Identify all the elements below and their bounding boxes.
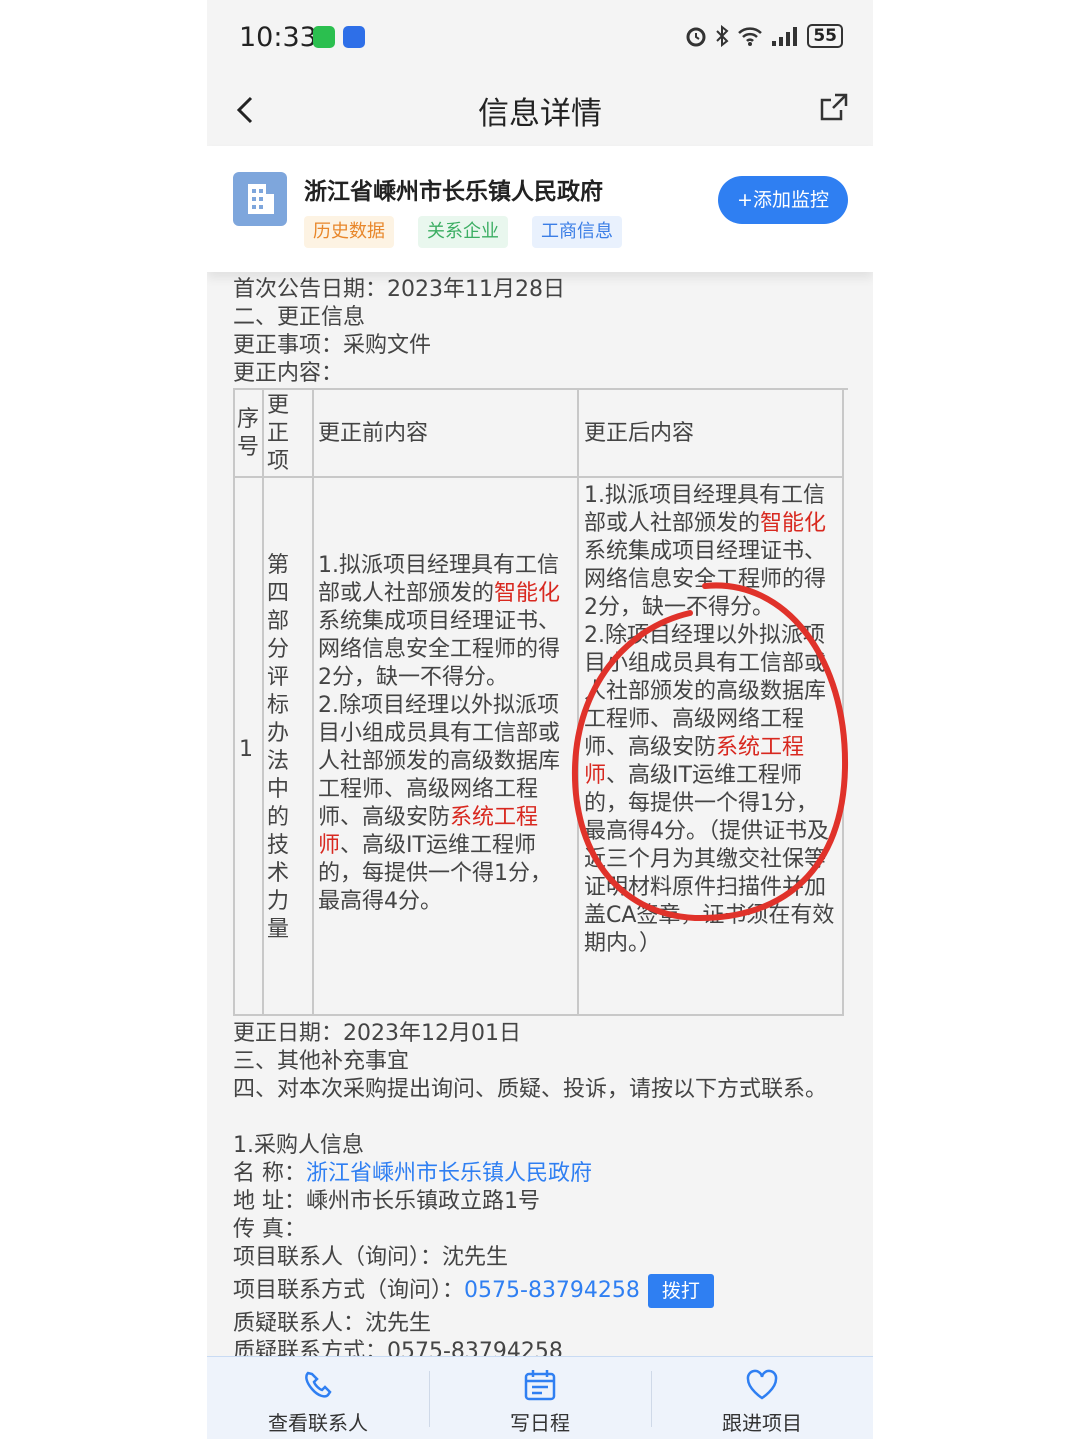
phone-screen: 10:33 55 信息详情 浙江省嵊州市长乐镇人民政府 历史数据 关系企业 工商… <box>207 0 873 1439</box>
add-monitor-button[interactable]: +添加监控 <box>718 176 848 224</box>
org-name: 浙江省嵊州市长乐镇人民政府 <box>304 179 603 205</box>
first-announce-date: 首次公告日期：2023年11月28日 <box>233 277 565 302</box>
row-item: 第四部分评标办法中的技术力量 <box>267 553 290 942</box>
phone-icon <box>305 1371 332 1398</box>
buyer-info-heading: 1.采购人信息 <box>233 1133 364 1158</box>
call-button[interactable]: 拨打 <box>647 1274 714 1308</box>
share-icon[interactable] <box>817 90 851 124</box>
section-other-matters: 三、其他补充事宜 <box>233 1049 410 1074</box>
annotation-circle <box>571 582 849 922</box>
header-item: 更正项 <box>267 393 290 474</box>
heart-icon <box>746 1369 778 1400</box>
follow-project-button[interactable]: 跟进项目 <box>651 1357 873 1439</box>
bottom-action-bar: 查看联系人 写日程 跟进项目 <box>207 1356 873 1439</box>
section-contact-methods: 四、对本次采购提出询问、质疑、投诉，请按以下方式联系。 <box>233 1077 828 1102</box>
alarm-icon <box>686 27 706 47</box>
header-seq: 序号 <box>237 407 260 460</box>
project-phone-row: 项目联系方式（询问）：0575-83794258 拨打 <box>233 1274 714 1308</box>
buyer-name-link[interactable]: 浙江省嵊州市长乐镇人民政府 <box>306 1161 592 1186</box>
tag-business-info[interactable]: 工商信息 <box>532 216 622 248</box>
announcement-content: 首次公告日期：2023年11月28日 二、更正信息 更正事项：采购文件 更正内容… <box>207 272 873 1356</box>
status-time: 10:33 <box>239 22 317 53</box>
signal-icon <box>772 27 798 46</box>
tag-history-data[interactable]: 历史数据 <box>304 216 394 248</box>
write-schedule-button[interactable]: 写日程 <box>429 1357 651 1439</box>
status-indicators: 55 <box>685 24 843 48</box>
battery-indicator: 55 <box>807 24 843 48</box>
nav-bar: 信息详情 <box>207 78 873 144</box>
project-phone-link[interactable]: 0575-83794258 <box>464 1278 640 1303</box>
status-bar: 10:33 55 <box>207 0 873 78</box>
calendar-icon <box>524 1370 556 1401</box>
correction-item: 更正事项：采购文件 <box>233 333 432 358</box>
buyer-fax: 传 真： <box>233 1217 306 1242</box>
correction-table: 序号 更正项 更正前内容 更正后内容 1 第四部分评标办法中的技术力量 1.拟派… <box>233 388 849 1018</box>
view-contacts-button[interactable]: 查看联系人 <box>207 1357 429 1439</box>
bluetooth-icon <box>716 25 729 47</box>
section-correction-info: 二、更正信息 <box>233 305 366 330</box>
header-after: 更正后内容 <box>584 421 695 446</box>
write-schedule-label: 写日程 <box>510 1411 570 1435</box>
before-content: 1.拟派项目经理具有工信部或人社部颁发的智能化系统集成项目经理证书、网络信息安全… <box>318 553 561 914</box>
wifi-icon <box>738 27 763 46</box>
tag-related-companies[interactable]: 关系企业 <box>418 216 508 248</box>
org-card: 浙江省嵊州市长乐镇人民政府 历史数据 关系企业 工商信息 +添加监控 <box>207 146 873 272</box>
view-contacts-label: 查看联系人 <box>268 1411 368 1435</box>
header-before: 更正前内容 <box>318 421 429 446</box>
follow-project-label: 跟进项目 <box>722 1411 802 1435</box>
building-icon <box>233 172 287 226</box>
row-seq: 1 <box>239 737 253 762</box>
complaint-phone: 质疑联系方式：0575-83794258 <box>233 1339 563 1356</box>
project-contact: 项目联系人（询问）：沈先生 <box>233 1245 509 1270</box>
complaint-contact: 质疑联系人：沈先生 <box>233 1311 432 1336</box>
wechat-icon <box>313 26 335 48</box>
notification-app-icon <box>343 26 365 48</box>
page-title: 信息详情 <box>478 96 602 132</box>
correction-content-label: 更正内容： <box>233 361 344 386</box>
buyer-name-row: 名 称：浙江省嵊州市长乐镇人民政府 <box>233 1161 593 1186</box>
correction-date: 更正日期：2023年12月01日 <box>233 1021 521 1046</box>
buyer-address: 地 址：嵊州市长乐镇政立路1号 <box>233 1189 540 1214</box>
